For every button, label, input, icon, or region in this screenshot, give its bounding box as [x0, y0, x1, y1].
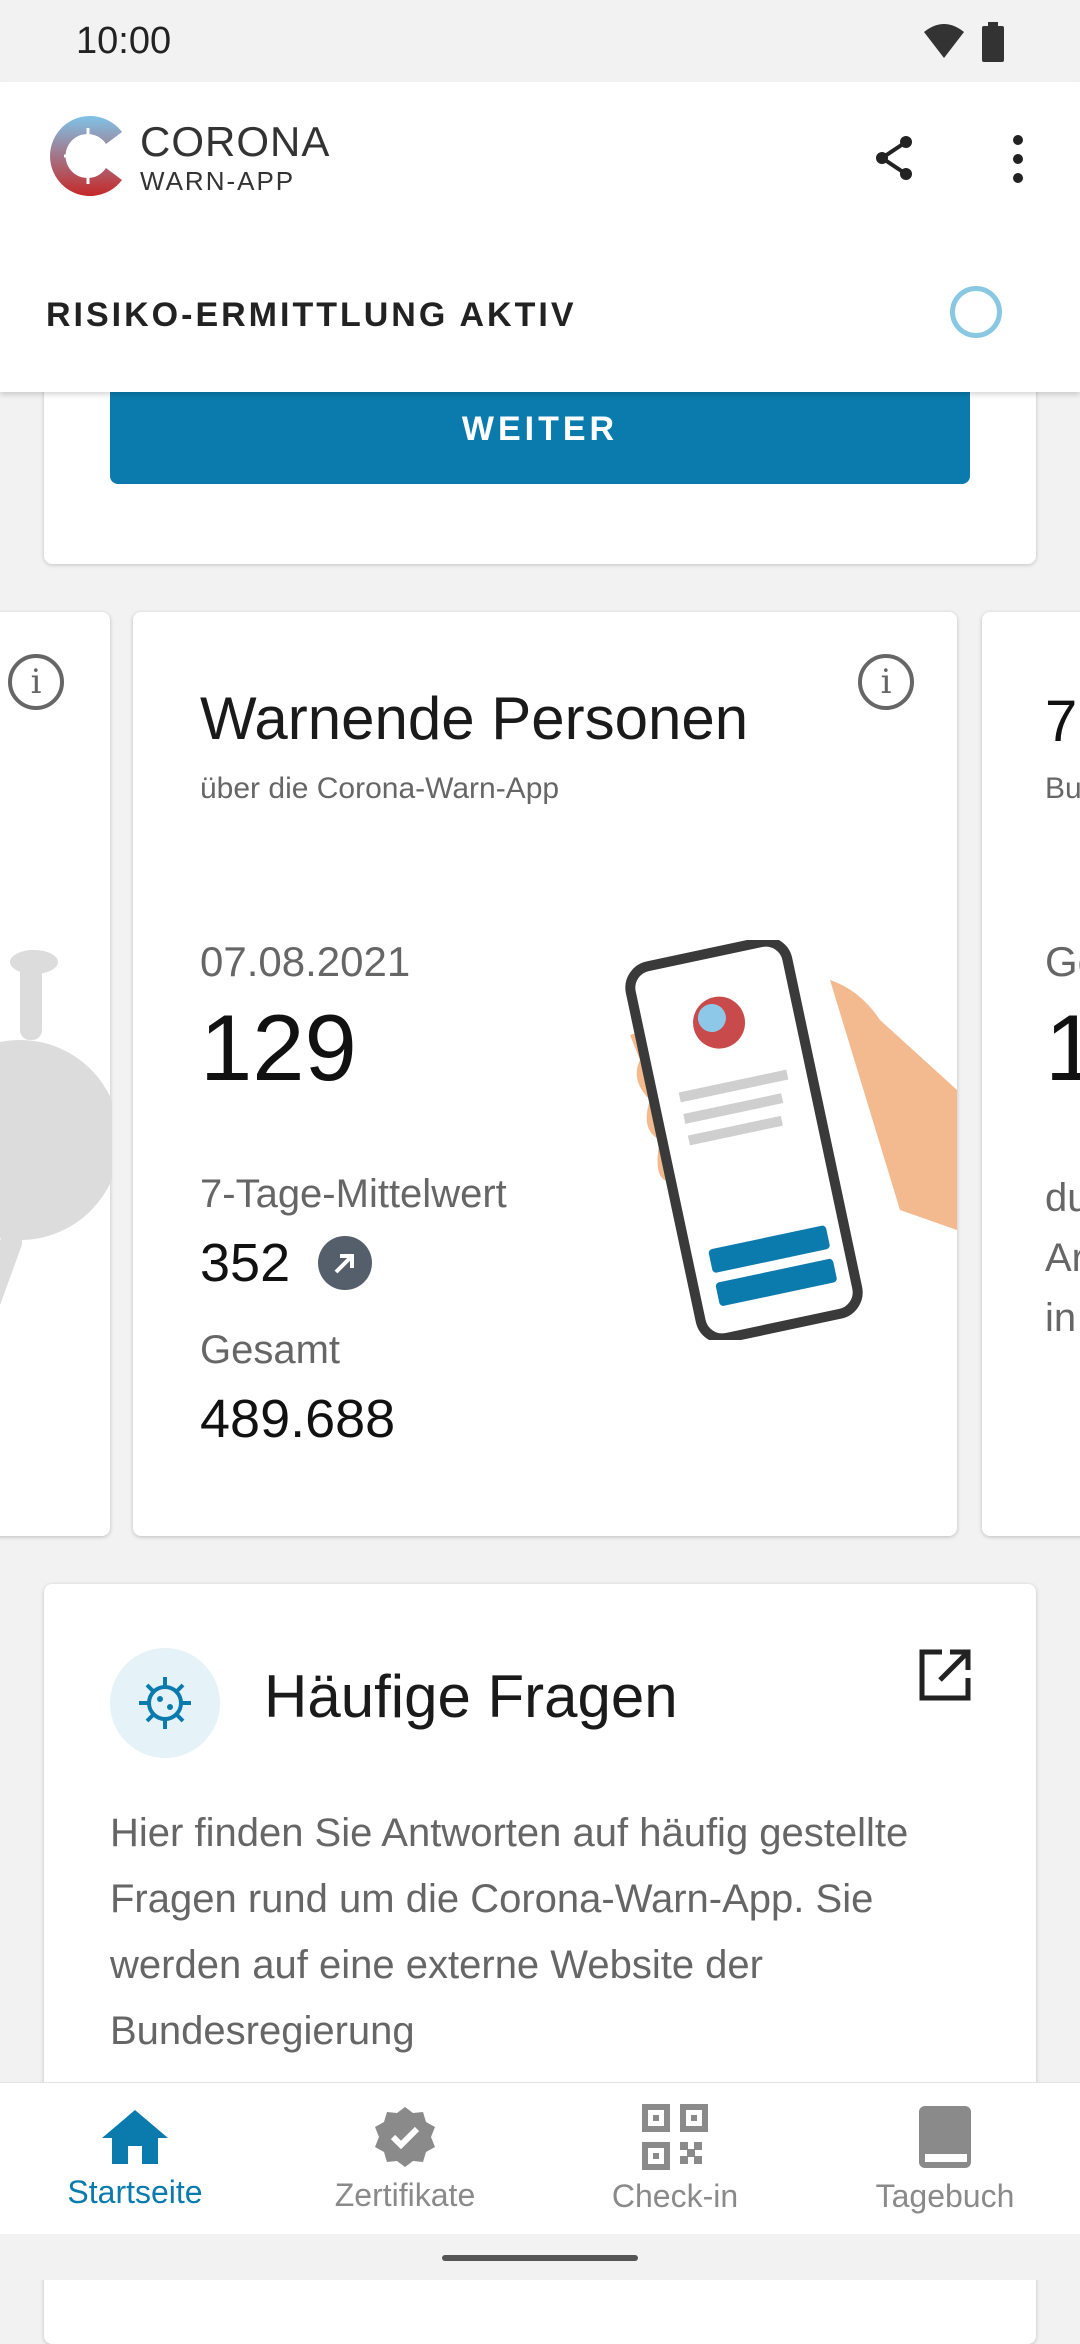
info-icon[interactable]: i	[8, 654, 64, 710]
nav-label: Zertifikate	[334, 2176, 476, 2213]
more-options-icon[interactable]	[1008, 134, 1028, 184]
status-time: 10:00	[76, 20, 172, 62]
faq-title: Häufige Fragen	[264, 1663, 678, 1730]
certificate-icon	[375, 2106, 435, 2167]
nav-check-in[interactable]: Check-in	[540, 2083, 810, 2235]
battery-icon	[982, 22, 1004, 62]
card-primary-value: 129	[200, 995, 357, 1100]
nav-label: Startseite	[67, 2173, 203, 2210]
next-card-text-fragment: du	[1045, 1176, 1080, 1220]
card-date: 07.08.2021	[200, 938, 411, 985]
bottom-navigation: Startseite Zertifikate Check-in Tagebuch	[0, 2082, 1080, 2235]
nav-label: Check-in	[611, 2177, 739, 2214]
logo-subtitle: WARN-APP	[140, 166, 296, 196]
share-icon[interactable]	[870, 134, 918, 182]
corona-warn-app-logo	[50, 116, 123, 196]
info-icon[interactable]: i	[858, 654, 914, 710]
logo-title: CORONA	[140, 118, 331, 165]
total-label: Gesamt	[200, 1328, 341, 1372]
next-card-value-fragment: 1	[1045, 995, 1080, 1100]
next-card-text-fragment: Ar	[1045, 1236, 1080, 1280]
nav-zertifikate[interactable]: Zertifikate	[270, 2083, 540, 2235]
gesture-handle[interactable]	[442, 2255, 638, 2261]
card-subtitle: über die Corona-Warn-App	[200, 772, 560, 805]
virus-illustration	[0, 950, 112, 1319]
faq-description: Hier finden Sie Antworten auf häufig ges…	[110, 1811, 909, 2053]
nav-tagebuch[interactable]: Tagebuch	[810, 2083, 1080, 2235]
risk-progress-indicator	[950, 286, 1002, 338]
total-value: 489.688	[200, 1389, 396, 1449]
next-card-title-fragment: 7	[1045, 689, 1078, 754]
nav-label: Tagebuch	[875, 2177, 1015, 2214]
external-link-icon[interactable]	[918, 1648, 972, 1702]
virus-icon	[110, 1648, 220, 1758]
phone-in-hand-illustration	[625, 940, 957, 1340]
card-title: Warnende Personen	[200, 685, 749, 752]
risk-status-label[interactable]: RISIKO-ERMITTLUNG AKTIV	[46, 296, 577, 335]
next-card-label-fragment: Ge	[1045, 938, 1080, 985]
wifi-icon	[924, 24, 964, 58]
next-card-subtitle-fragment: Bu	[1045, 772, 1080, 805]
nav-startseite[interactable]: Startseite	[0, 2083, 270, 2235]
trend-up-icon	[318, 1236, 372, 1290]
home-icon	[102, 2109, 168, 2164]
book-icon	[919, 2105, 971, 2168]
qr-code-icon	[642, 2103, 708, 2170]
average-value: 352	[200, 1233, 291, 1293]
average-label: 7-Tage-Mittelwert	[200, 1172, 507, 1216]
next-card-text-fragment: in	[1045, 1296, 1077, 1340]
